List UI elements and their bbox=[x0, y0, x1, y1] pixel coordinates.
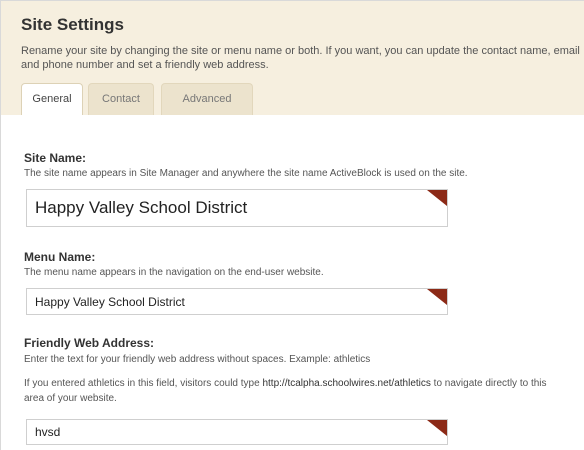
friendly-address-input[interactable] bbox=[27, 420, 415, 444]
field-corner-marker bbox=[427, 190, 447, 206]
site-name-help: The site name appears in Site Manager an… bbox=[24, 168, 468, 179]
tab-general[interactable]: General bbox=[21, 83, 83, 115]
friendly-address-help: Enter the text for your friendly web add… bbox=[24, 354, 371, 365]
example-url: http://tcalpha.schoolwires.net/athletics bbox=[262, 378, 431, 389]
friendly-address-field[interactable] bbox=[26, 419, 448, 445]
site-name-field[interactable] bbox=[26, 189, 448, 227]
menu-name-label: Menu Name: bbox=[24, 250, 96, 264]
page-description: Rename your site by changing the site or… bbox=[21, 45, 580, 71]
settings-header: Site Settings Rename your site by changi… bbox=[1, 1, 584, 115]
site-name-label: Site Name: bbox=[24, 151, 87, 165]
field-corner-marker bbox=[427, 420, 447, 436]
friendly-address-label: Friendly Web Address: bbox=[24, 336, 155, 350]
friendly-address-example: If you entered athletics in this field, … bbox=[24, 376, 564, 406]
example-text-before: If you entered athletics in this field, … bbox=[24, 378, 263, 389]
tab-contact[interactable]: Contact bbox=[88, 83, 154, 115]
field-corner-marker bbox=[427, 289, 447, 305]
page-title: Site Settings bbox=[21, 15, 124, 34]
menu-name-input[interactable] bbox=[27, 289, 415, 314]
site-name-input[interactable] bbox=[27, 190, 415, 226]
tab-advanced[interactable]: Advanced bbox=[161, 83, 253, 115]
site-settings-panel: Site Settings Rename your site by changi… bbox=[0, 0, 584, 450]
menu-name-help: The menu name appears in the navigation … bbox=[24, 267, 324, 278]
menu-name-field[interactable] bbox=[26, 288, 448, 315]
